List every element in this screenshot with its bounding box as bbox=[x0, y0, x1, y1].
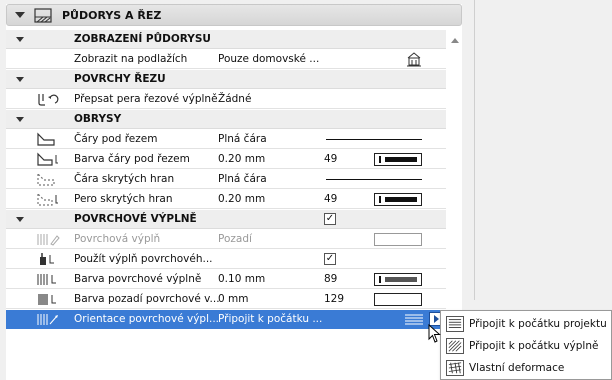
row-value[interactable]: Žádné bbox=[218, 93, 251, 105]
section-header-floorplan[interactable]: PŮDORYS A ŘEZ bbox=[6, 4, 462, 26]
hatch-project-origin-icon bbox=[446, 316, 464, 332]
pen-color-sample[interactable] bbox=[374, 273, 422, 286]
collapse-arrow-icon[interactable] bbox=[15, 12, 25, 18]
pen-number[interactable]: 89 bbox=[324, 273, 337, 285]
row-label: Povrchová výplň bbox=[74, 233, 161, 245]
hatch-lines-icon bbox=[405, 314, 423, 325]
row-overhead-line-pen[interactable]: Pero skrytých hran 0.20 mm 49 bbox=[6, 190, 446, 209]
row-label: Orientace povrchové výpl... bbox=[74, 313, 220, 325]
menu-item-label: Připojit k počátku projektu bbox=[469, 318, 607, 330]
group-cut-surfaces[interactable]: POVRCHY ŘEZU bbox=[6, 70, 446, 89]
row-label: Barva pozadí povrchové v... bbox=[74, 293, 220, 305]
menu-item-custom-distortion[interactable]: Vlastní deformace bbox=[441, 357, 611, 379]
pen-color-sample[interactable] bbox=[374, 153, 422, 166]
hatch-custom-distortion-icon bbox=[446, 360, 464, 376]
row-value[interactable]: 0.10 mm bbox=[218, 273, 265, 285]
row-overhead-lines[interactable]: Čára skrytých hran Plná čára bbox=[6, 170, 446, 189]
pen-number[interactable]: 49 bbox=[324, 193, 337, 205]
group-label: POVRCHY ŘEZU bbox=[74, 73, 166, 85]
group-label: POVRCHOVÉ VÝPLNĚ bbox=[74, 213, 197, 225]
menu-item-label: Připojit k počátku výplně bbox=[469, 340, 599, 352]
group-outlines[interactable]: OBRYSY bbox=[6, 110, 446, 129]
scrollbar[interactable] bbox=[449, 30, 462, 310]
row-value[interactable]: Plná čára bbox=[218, 173, 267, 185]
group-label: ZOBRAZENÍ PŮDORYSU bbox=[74, 33, 211, 45]
fill-orientation-icon bbox=[37, 314, 58, 325]
settings-panel: PŮDORYS A ŘEZ ZOBRAZENÍ PŮDORYSU Zobrazi… bbox=[6, 4, 462, 380]
group-checkbox[interactable]: ✓ bbox=[324, 213, 336, 225]
row-label: Pero skrytých hran bbox=[74, 193, 173, 205]
row-value[interactable]: Pozadí bbox=[218, 233, 252, 245]
uncut-line-pen-icon bbox=[37, 152, 58, 166]
section-title: PŮDORYS A ŘEZ bbox=[62, 9, 162, 22]
row-uncut-lines[interactable]: Čáry pod řezem Plná čára bbox=[6, 130, 446, 149]
chevron-down-icon[interactable] bbox=[16, 217, 24, 222]
row-cover-fill-background[interactable]: Barva pozadí povrchové v... 0 mm 129 bbox=[6, 290, 446, 309]
floorplan-section-icon bbox=[34, 8, 52, 23]
row-value[interactable]: 0 mm bbox=[218, 293, 248, 305]
use-fill-checkbox[interactable]: ✓ bbox=[324, 253, 336, 265]
overhead-line-icon bbox=[37, 172, 55, 186]
row-show-on-stories[interactable]: Zobrazit na podlažích Pouze domovské ... bbox=[6, 50, 446, 69]
row-label: Přepsat pera řezové výplně bbox=[74, 93, 218, 105]
group-cover-fills[interactable]: POVRCHOVÉ VÝPLNĚ ✓ bbox=[6, 210, 446, 229]
group-plan-display[interactable]: ZOBRAZENÍ PŮDORYSU bbox=[6, 30, 446, 49]
row-value[interactable]: 0.20 mm bbox=[218, 193, 265, 205]
cover-fill-icon bbox=[37, 234, 60, 246]
row-label: Použít výplň povrchovéh... bbox=[74, 253, 213, 265]
row-value[interactable]: Pouze domovské ... bbox=[218, 53, 319, 65]
row-value[interactable]: Plná čára bbox=[218, 133, 267, 145]
uncut-line-icon bbox=[37, 132, 55, 146]
row-override-cut-fill-pens[interactable]: Přepsat pera řezové výplně Žádné bbox=[6, 90, 446, 109]
chevron-down-icon[interactable] bbox=[16, 117, 24, 122]
chevron-down-icon[interactable] bbox=[16, 37, 24, 42]
home-story-icon[interactable] bbox=[406, 52, 422, 67]
line-type-sample[interactable] bbox=[326, 179, 422, 180]
fill-sample[interactable] bbox=[374, 233, 422, 246]
orientation-popup-menu: Připojit k počátku projektu Připojit k p… bbox=[440, 310, 612, 380]
row-cover-fill[interactable]: Povrchová výplň Pozadí bbox=[6, 230, 446, 249]
row-value[interactable]: 0.20 mm bbox=[218, 153, 265, 165]
row-value[interactable]: Připojit k počátku ... bbox=[218, 313, 322, 325]
hatch-fill-origin-icon bbox=[446, 338, 464, 354]
menu-item-fill-origin[interactable]: Připojit k počátku výplně bbox=[441, 335, 611, 357]
row-label: Barva povrchové výplně bbox=[74, 273, 202, 285]
row-label: Čáry pod řezem bbox=[74, 133, 158, 145]
fill-pen-icon bbox=[37, 274, 56, 285]
override-pen-icon bbox=[38, 94, 59, 106]
row-cover-fill-pen[interactable]: Barva povrchové výplně 0.10 mm 89 bbox=[6, 270, 446, 289]
pen-number[interactable]: 49 bbox=[324, 153, 337, 165]
row-cover-fill-orientation[interactable]: Orientace povrchové výpl... Připojit k p… bbox=[6, 310, 446, 329]
fill-background-icon bbox=[38, 294, 56, 305]
panel-divider bbox=[474, 0, 475, 300]
pen-color-sample[interactable] bbox=[374, 193, 422, 206]
row-label: Barva čáry pod řezem bbox=[74, 153, 190, 165]
mouse-cursor-icon bbox=[428, 324, 441, 343]
pen-number[interactable]: 129 bbox=[324, 293, 344, 305]
row-use-cover-fill[interactable]: Použít výplň povrchovéh... ✓ bbox=[6, 250, 446, 269]
menu-item-project-origin[interactable]: Připojit k počátku projektu bbox=[441, 313, 611, 335]
row-label: Zobrazit na podlažích bbox=[74, 53, 188, 65]
scroll-up-icon[interactable] bbox=[451, 38, 459, 43]
row-uncut-line-pen[interactable]: Barva čáry pod řezem 0.20 mm 49 bbox=[6, 150, 446, 169]
chevron-down-icon[interactable] bbox=[16, 77, 24, 82]
paint-bucket-icon bbox=[40, 253, 54, 265]
row-label: Čára skrytých hran bbox=[74, 173, 175, 185]
menu-item-label: Vlastní deformace bbox=[469, 362, 565, 374]
background-color-sample[interactable] bbox=[374, 293, 422, 306]
line-type-sample[interactable] bbox=[326, 139, 422, 140]
overhead-line-pen-icon bbox=[37, 192, 58, 206]
group-label: OBRYSY bbox=[74, 113, 122, 125]
